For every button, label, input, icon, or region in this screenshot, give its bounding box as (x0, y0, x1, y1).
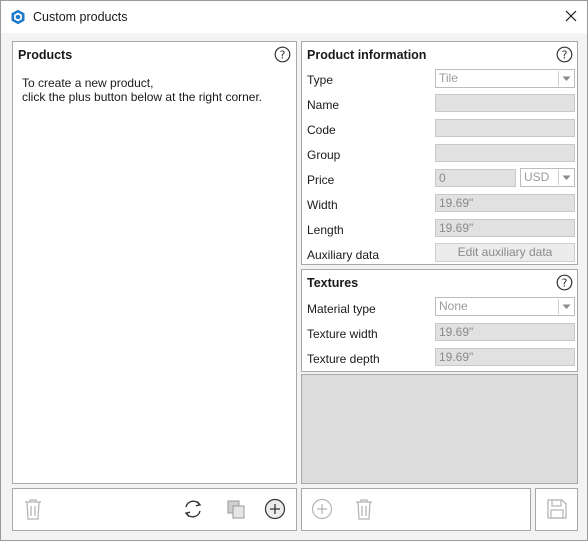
duplicate-product-button[interactable] (224, 498, 248, 522)
refresh-icon (182, 498, 204, 523)
width-field[interactable]: 19.69" (435, 194, 575, 212)
type-select[interactable]: Tile (435, 69, 575, 88)
save-icon (546, 498, 568, 523)
length-field[interactable]: 19.69" (435, 219, 575, 237)
group-label: Group (307, 148, 341, 162)
help-icon[interactable]: ? (556, 46, 573, 63)
material-type-label: Material type (307, 302, 376, 316)
chevron-down-icon (558, 170, 573, 185)
add-product-button[interactable] (263, 498, 287, 522)
texture-width-field[interactable]: 19.69" (435, 323, 575, 341)
price-field[interactable]: 0 (435, 169, 516, 187)
texture-width-label: Texture width (307, 327, 378, 341)
close-button[interactable] (559, 5, 583, 29)
material-type-value: None (439, 299, 468, 313)
title-bar: Custom products (1, 1, 587, 33)
copy-icon (225, 498, 247, 523)
type-label: Type (307, 73, 334, 87)
group-field[interactable] (435, 144, 575, 162)
save-button[interactable] (545, 498, 569, 522)
texture-depth-label: Texture depth (307, 352, 380, 366)
products-message-line: click the plus button below at the right… (22, 90, 263, 104)
close-icon (565, 10, 577, 25)
texture-depth-field[interactable]: 19.69" (435, 348, 575, 366)
trash-icon (354, 498, 374, 523)
trash-icon (23, 498, 43, 523)
textures-title: Textures (307, 276, 359, 290)
save-toolbar (535, 488, 578, 531)
products-toolbar (12, 488, 297, 531)
name-field[interactable] (435, 94, 575, 112)
plus-circle-icon (311, 498, 333, 523)
delete-product-button[interactable] (21, 498, 45, 522)
help-icon[interactable]: ? (274, 46, 291, 63)
edit-auxiliary-data-button[interactable]: Edit auxiliary data (435, 243, 575, 262)
material-type-select[interactable]: None (435, 297, 575, 316)
custom-products-window: Custom products Products ? To create a n… (0, 0, 588, 541)
delete-texture-button[interactable] (352, 498, 376, 522)
chevron-down-icon (558, 299, 573, 314)
textures-toolbar (301, 488, 531, 531)
products-empty-message: To create a new product, click the plus … (22, 76, 262, 104)
window-title: Custom products (33, 10, 128, 24)
product-information-panel: Product information ? Type Tile Name Cod… (301, 41, 578, 265)
currency-value: USD (524, 170, 550, 184)
refresh-button[interactable] (181, 498, 205, 522)
name-label: Name (307, 98, 340, 112)
type-value: Tile (439, 71, 458, 85)
price-label: Price (307, 173, 335, 187)
products-title: Products (18, 48, 73, 62)
products-panel: Products ? To create a new product, clic… (12, 41, 297, 484)
code-label: Code (307, 123, 336, 137)
width-label: Width (307, 198, 338, 212)
add-texture-button[interactable] (310, 498, 334, 522)
products-message-line: To create a new product, (22, 76, 154, 90)
svg-text:?: ? (562, 49, 568, 62)
textures-panel: Textures ? Material type None Texture wi… (301, 269, 578, 372)
code-field[interactable] (435, 119, 575, 137)
product-info-title: Product information (307, 48, 427, 62)
chevron-down-icon (558, 71, 573, 86)
app-logo-icon (10, 9, 26, 25)
help-icon[interactable]: ? (556, 274, 573, 291)
auxiliary-data-label: Auxiliary data (307, 248, 380, 262)
length-label: Length (307, 223, 344, 237)
texture-preview (301, 374, 578, 484)
svg-text:?: ? (562, 277, 568, 290)
plus-circle-icon (264, 498, 286, 523)
currency-select[interactable]: USD (520, 168, 575, 187)
svg-text:?: ? (280, 49, 286, 62)
